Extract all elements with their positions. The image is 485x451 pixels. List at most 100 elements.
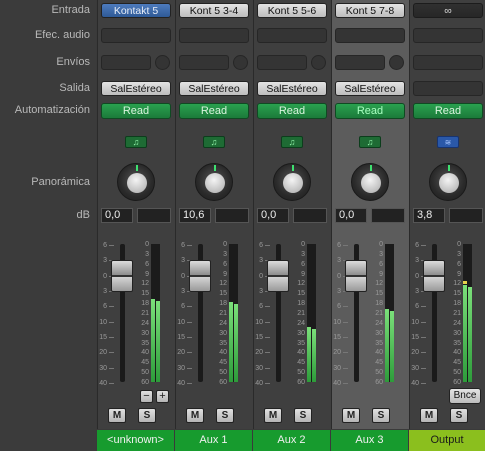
pan-knob-cap (127, 173, 147, 193)
meter-scale-label: 0 (457, 241, 461, 248)
bounce-button[interactable]: Bnce (449, 388, 481, 404)
input-slot[interactable]: Kont 5 7-8 (335, 3, 405, 18)
output-slot[interactable]: SalEstéreo (257, 81, 327, 96)
volume-readout[interactable]: 10,6 (179, 208, 211, 223)
meter-scale-label: 30 (297, 329, 305, 337)
meter-scale-label: 30 (219, 329, 227, 337)
output-slot[interactable]: SalEstéreo (179, 81, 249, 96)
fader-scale-label: 3 (337, 257, 341, 265)
fader-scale-label: 20 (333, 349, 341, 357)
volume-fader[interactable] (111, 259, 133, 292)
channel-name[interactable]: Aux 2 (253, 430, 330, 451)
solo-button[interactable]: S (450, 408, 468, 423)
solo-button[interactable]: S (372, 408, 390, 423)
solo-button[interactable]: S (294, 408, 312, 423)
channel-name[interactable]: Aux 3 (331, 430, 408, 451)
fader-scale-label: 0 (415, 272, 419, 280)
fader-scale-label: 0 (181, 272, 185, 280)
meter-scale-label: 45 (375, 359, 383, 367)
meter-scale-label: 50 (141, 369, 149, 377)
input-slot[interactable]: Kont 5 3-4 (179, 3, 249, 18)
peak-readout (215, 208, 249, 223)
fader-scale-label: 40 (255, 380, 263, 387)
input-slot-link[interactable]: ∞ (413, 3, 483, 18)
mute-button[interactable]: M (342, 408, 360, 423)
fader-scale-label: 6 (337, 303, 341, 311)
input-slot[interactable]: Kontakt 5 (101, 3, 171, 18)
mute-button[interactable]: M (420, 408, 438, 423)
pan-knob[interactable] (117, 163, 155, 201)
fader-scale-tick (421, 367, 426, 369)
pan-knob-cap (205, 173, 225, 193)
output-slot[interactable]: SalEstéreo (101, 81, 171, 96)
volume-readout[interactable]: 0,0 (335, 208, 367, 223)
input-slot[interactable]: Kont 5 5-6 (257, 3, 327, 18)
volume-fader[interactable] (267, 259, 289, 292)
meter-scale-label: 9 (457, 270, 461, 278)
solo-button[interactable]: S (138, 408, 156, 423)
send-slot[interactable] (413, 55, 483, 70)
fader-scale-tick (343, 367, 348, 369)
audio-fx-slot[interactable] (413, 28, 483, 43)
fader-scale-label: 30 (333, 364, 341, 372)
automation-mode-button[interactable]: Read (335, 103, 405, 119)
automation-mode-button[interactable]: Read (101, 103, 171, 119)
fader-scale-tick (421, 245, 426, 246)
meter-scale-label: 18 (375, 300, 383, 308)
send-level-knob[interactable] (233, 55, 248, 70)
meter-scale-label: 3 (223, 250, 227, 258)
fader-scale-tick (187, 321, 192, 323)
remove-channel-button[interactable]: − (140, 390, 153, 403)
volume-readout[interactable]: 0,0 (101, 208, 133, 223)
automation-mode-button[interactable]: Read (257, 103, 327, 119)
fader-scale-label: 30 (411, 364, 419, 372)
volume-readout[interactable]: 3,8 (413, 208, 445, 223)
pan-knob[interactable] (351, 163, 389, 201)
send-level-knob[interactable] (389, 55, 404, 70)
meter-scale-label: 35 (219, 339, 227, 347)
meter-scale-label: 30 (453, 329, 461, 337)
channel-strip-5: ∞ Read ≋ 3,8 6 3 0 3 6 10 15 20 30 40 0 3 6 9 12 15 18 21 24 30… (409, 0, 485, 429)
channel-name[interactable]: Output (409, 430, 485, 451)
volume-fader[interactable] (189, 259, 211, 292)
pan-knob[interactable] (429, 163, 467, 201)
meter-scale-label: 6 (145, 260, 149, 268)
meter-bar-left (307, 326, 311, 382)
volume-fader[interactable] (345, 259, 367, 292)
mute-button[interactable]: M (186, 408, 204, 423)
audio-fx-slot[interactable] (257, 28, 327, 43)
volume-readout[interactable]: 0,0 (257, 208, 289, 223)
audio-fx-slot[interactable] (101, 28, 171, 43)
audio-fx-slot[interactable] (335, 28, 405, 43)
fader-scale-label: 30 (255, 364, 263, 372)
send-slot[interactable] (101, 55, 151, 70)
output-slot[interactable]: SalEstéreo (335, 81, 405, 96)
volume-fader[interactable] (423, 259, 445, 292)
send-slot[interactable] (335, 55, 385, 70)
add-channel-button[interactable]: + (156, 390, 169, 403)
send-level-knob[interactable] (155, 55, 170, 70)
fader-scale-tick (265, 337, 270, 338)
automation-mode-button[interactable]: Read (179, 103, 249, 119)
send-level-knob[interactable] (311, 55, 326, 70)
label-automation: Automatización (14, 104, 90, 116)
pan-knob[interactable] (195, 163, 233, 201)
channel-name[interactable]: <unknown> (97, 430, 174, 451)
pan-knob[interactable] (273, 163, 311, 201)
fader-scale-label: 20 (255, 349, 263, 357)
meter-bar-left (463, 285, 467, 382)
peak-readout (371, 208, 405, 223)
mute-button[interactable]: M (108, 408, 126, 423)
fader-scale-label: 15 (333, 334, 341, 341)
channel-name[interactable]: Aux 1 (175, 430, 252, 451)
mute-button[interactable]: M (264, 408, 282, 423)
fader-scale-tick (187, 306, 192, 308)
audio-fx-slot[interactable] (179, 28, 249, 43)
fader-scale-label: 20 (177, 349, 185, 357)
meter-scale-label: 60 (453, 379, 461, 386)
automation-mode-button[interactable]: Read (413, 103, 483, 119)
send-slot[interactable] (179, 55, 229, 70)
send-slot[interactable] (257, 55, 307, 70)
fader-scale-tick (343, 337, 348, 338)
solo-button[interactable]: S (216, 408, 234, 423)
